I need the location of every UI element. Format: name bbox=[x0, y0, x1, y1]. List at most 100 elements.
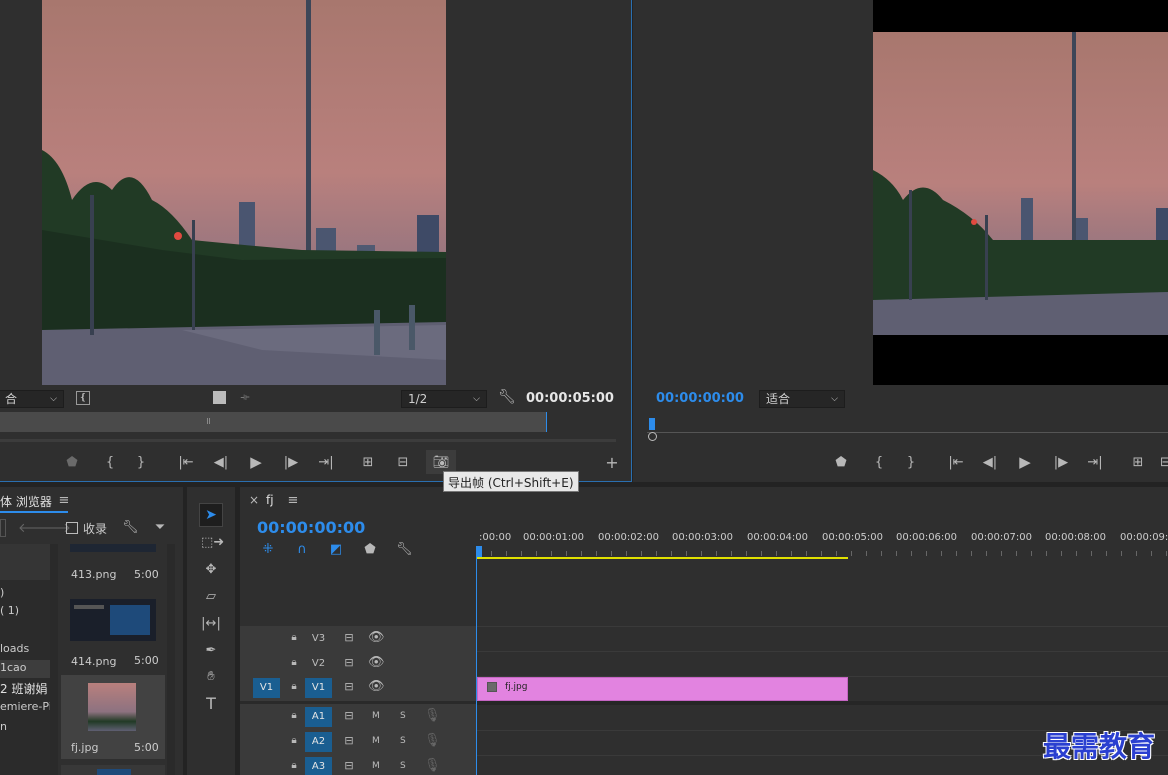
tree-item[interactable]: ( 1) bbox=[0, 604, 19, 617]
mic-icon[interactable]: 🎙︎ bbox=[424, 759, 441, 773]
sync-lock-icon[interactable]: ⊟ bbox=[342, 680, 356, 694]
lock-icon[interactable]: 🔒︎ bbox=[288, 734, 300, 748]
back-arrow-icon[interactable]: 🡐︎ bbox=[18, 522, 53, 536]
media-item[interactable]: fj.jpg 5:00 bbox=[61, 675, 165, 759]
timeline-ruler[interactable]: :00:00 00:00:01:00 00:00:02:00 00:00:03:… bbox=[476, 527, 1168, 560]
track-label-a2[interactable]: A2 bbox=[305, 732, 332, 752]
timeline-settings-icon[interactable]: 🔧︎ bbox=[396, 543, 413, 557]
lock-icon[interactable]: 🔒︎ bbox=[288, 656, 300, 670]
program-mark-in-icon[interactable]: { bbox=[871, 456, 887, 470]
source-patch-v1[interactable]: V1 bbox=[253, 678, 280, 698]
forward-arrow-icon[interactable]: 🡒︎ bbox=[36, 522, 71, 536]
lock-icon[interactable]: 🔒︎ bbox=[288, 631, 300, 645]
sync-lock-icon[interactable]: ⊟ bbox=[342, 709, 356, 723]
type-tool-icon[interactable]: T bbox=[201, 696, 221, 712]
play-icon[interactable]: ▶ bbox=[247, 455, 265, 470]
program-playhead[interactable] bbox=[649, 418, 655, 430]
source-resolution-select[interactable]: 1/2 ⌵ bbox=[401, 390, 487, 408]
program-zoom-select[interactable]: 适合 ⌵ bbox=[759, 390, 845, 408]
tree-item[interactable]: 1cao bbox=[0, 661, 27, 674]
tree-item[interactable]: ) bbox=[0, 586, 4, 599]
tree-item[interactable]: emiere-Pi bbox=[0, 700, 52, 713]
mic-icon[interactable]: 🎙︎ bbox=[424, 709, 441, 723]
media-browser-tab[interactable]: 体 浏览器 bbox=[0, 493, 52, 510]
track-label-a1[interactable]: A1 bbox=[305, 707, 332, 727]
hand-icon[interactable]: ✋︎ bbox=[201, 670, 221, 684]
source-scroll-bar[interactable] bbox=[0, 439, 616, 442]
drag-video-icon[interactable] bbox=[213, 391, 226, 404]
program-go-to-in-icon[interactable]: |⇤ bbox=[946, 456, 966, 470]
tree-scrollbar[interactable] bbox=[50, 544, 58, 775]
sync-lock-icon[interactable]: ⊟ bbox=[342, 734, 356, 748]
drag-audio-icon[interactable]: ⟛ bbox=[237, 391, 253, 405]
track-v3[interactable]: 🔒︎ V3 ⊟ 👁︎ bbox=[240, 627, 476, 649]
program-go-to-out-icon[interactable]: ⇥| bbox=[1085, 456, 1105, 470]
step-forward-icon[interactable]: |▶ bbox=[282, 456, 300, 470]
source-time-ruler[interactable] bbox=[0, 412, 620, 432]
mute-button[interactable]: M bbox=[372, 711, 380, 721]
track-v1[interactable]: V1 🔒︎ V1 ⊟ 👁︎ bbox=[240, 676, 476, 698]
solo-button[interactable]: S bbox=[400, 711, 406, 721]
eye-icon[interactable]: 👁︎ bbox=[368, 656, 385, 670]
source-monitor-frame[interactable] bbox=[42, 0, 446, 385]
track-select-icon[interactable]: ⬚➜ bbox=[201, 536, 224, 550]
lock-icon[interactable]: 🔒︎ bbox=[288, 680, 300, 694]
sync-lock-icon[interactable]: ⊟ bbox=[342, 656, 356, 670]
panel-menu-icon[interactable]: ≡ bbox=[57, 494, 71, 508]
add-marker-icon[interactable]: ⬟ bbox=[362, 543, 378, 557]
go-to-in-icon[interactable]: |⇤ bbox=[176, 456, 196, 470]
mic-icon[interactable]: 🎙︎ bbox=[424, 734, 441, 748]
browser-path-field[interactable] bbox=[0, 519, 6, 537]
program-step-forward-icon[interactable]: |▶ bbox=[1052, 456, 1070, 470]
eye-icon[interactable]: 👁︎ bbox=[368, 680, 385, 694]
source-settings-icon[interactable]: ❴ bbox=[76, 391, 90, 405]
go-to-out-icon[interactable]: ⇥| bbox=[316, 456, 336, 470]
sync-lock-icon[interactable]: ⊟ bbox=[342, 759, 356, 773]
track-label-v2[interactable]: V2 bbox=[305, 654, 332, 674]
mute-button[interactable]: M bbox=[372, 761, 380, 771]
mute-button[interactable]: M bbox=[372, 736, 380, 746]
track-v2[interactable]: 🔒︎ V2 ⊟ 👁︎ bbox=[240, 652, 476, 674]
work-area-bar[interactable] bbox=[476, 557, 848, 559]
program-time-ruler[interactable] bbox=[647, 418, 1168, 441]
track-a1[interactable]: 🔒︎ A1 ⊟ M S 🎙︎ bbox=[240, 705, 476, 727]
timeline-timecode[interactable]: 00:00:00:00 bbox=[257, 518, 365, 537]
tree-item[interactable]: 2 班谢娟 bbox=[0, 680, 47, 697]
track-label-a3[interactable]: A3 bbox=[305, 757, 332, 775]
program-mark-out-icon[interactable]: } bbox=[903, 456, 919, 470]
timeline-menu-icon[interactable]: ≡ bbox=[286, 494, 300, 508]
program-lift-icon[interactable]: ⊞ bbox=[1128, 456, 1148, 470]
insert-icon[interactable]: ⊞ bbox=[358, 456, 378, 470]
program-marker-icon[interactable]: ⬟ bbox=[833, 456, 849, 470]
program-step-back-icon[interactable]: ◀| bbox=[981, 456, 999, 470]
solo-button[interactable]: S bbox=[400, 761, 406, 771]
track-label-v1[interactable]: V1 bbox=[305, 678, 332, 698]
step-back-icon[interactable]: ◀| bbox=[212, 456, 230, 470]
selection-tool[interactable]: ➤ bbox=[199, 503, 223, 527]
filter-icon[interactable]: ⏷ bbox=[152, 521, 168, 535]
source-zoom-select[interactable]: 合 ⌵ bbox=[0, 390, 64, 408]
lock-icon[interactable]: 🔒︎ bbox=[288, 709, 300, 723]
sync-lock-icon[interactable]: ⊟ bbox=[342, 631, 356, 645]
add-button-icon[interactable]: + bbox=[604, 455, 620, 471]
favorite-checkbox[interactable] bbox=[66, 522, 78, 534]
media-item[interactable] bbox=[61, 765, 165, 775]
lock-icon[interactable]: 🔒︎ bbox=[288, 759, 300, 773]
media-scrollbar[interactable] bbox=[167, 544, 175, 775]
program-timecode[interactable]: 00:00:00:00 bbox=[656, 391, 744, 406]
wrench-icon[interactable]: 🔧︎ bbox=[498, 390, 516, 404]
track-label-v3[interactable]: V3 bbox=[305, 629, 332, 649]
program-play-icon[interactable]: ▶ bbox=[1016, 455, 1034, 470]
tree-item[interactable]: loads bbox=[0, 642, 29, 655]
close-sequence-button[interactable]: × bbox=[249, 493, 259, 507]
snap-icon[interactable]: ∩ bbox=[294, 543, 310, 557]
video-clip[interactable]: fj.jpg bbox=[477, 677, 848, 701]
tree-item[interactable]: n bbox=[0, 720, 7, 733]
ripple-edit-icon[interactable]: ✥ bbox=[201, 563, 221, 577]
solo-button[interactable]: S bbox=[400, 736, 406, 746]
mark-out-icon[interactable]: } bbox=[133, 456, 149, 470]
eye-icon[interactable]: 👁︎ bbox=[368, 631, 385, 645]
media-item[interactable]: 414.png 5:00 bbox=[61, 587, 166, 675]
track-a3[interactable]: 🔒︎ A3 ⊟ M S 🎙︎ bbox=[240, 755, 476, 775]
slip-icon[interactable]: |↔| bbox=[201, 617, 221, 631]
